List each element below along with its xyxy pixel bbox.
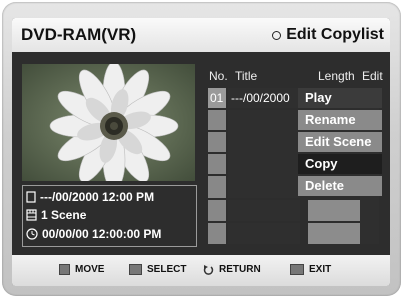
hint-exit-label: EXIT [309,264,332,275]
info-date: ---/00/2000 12:00 PM [40,190,155,204]
hint-return: RETURN [202,264,261,275]
flower-image [22,64,195,181]
menu-item-rename[interactable]: Rename [298,110,382,130]
hint-return-label: RETURN [219,264,261,275]
hint-move: MOVE [59,264,104,275]
hint-exit: EXIT [290,264,331,275]
page-icon [26,191,36,203]
enter-key-icon [129,264,142,275]
info-time: 00/00/00 12:00:00 PM [42,227,162,241]
header-edit: Edit [362,69,383,83]
film-icon [26,209,37,221]
menu-item-edit-scene[interactable]: Edit Scene [298,132,382,152]
row-no: 01 [210,91,224,105]
hint-select-label: SELECT [147,264,187,275]
info-scenes-row: 1 Scene [26,208,86,222]
hint-move-label: MOVE [75,264,105,275]
hint-select: SELECT [129,264,186,275]
header-length: Length [318,69,355,83]
menu-item-copy[interactable]: Copy [298,154,382,174]
radio-circle-icon [272,30,282,40]
title-info-box: ---/00/2000 12:00 PM 1 Scene 00/00/00 12… [22,185,197,247]
footer-bar: MOVE SELECT RETURN EXIT [12,255,390,286]
row-title: ---/00/2000 [231,91,290,105]
menu-key-icon [290,264,304,275]
menu-item-play[interactable]: Play [298,88,382,108]
return-key-icon [202,264,214,275]
info-time-row: 00/00/00 12:00:00 PM [26,227,161,241]
header-no: No. [209,69,228,83]
header-title: Title [235,69,258,83]
osd-screen: DVD-RAM(VR) Edit Copylist ---/00/2000 12… [12,18,390,286]
menu-item-delete[interactable]: Delete [298,176,382,196]
clock-icon [26,228,38,240]
info-date-row: ---/00/2000 12:00 PM [26,190,154,204]
preview-thumbnail [22,64,195,181]
info-scenes: 1 Scene [41,208,87,222]
disc-type-title: DVD-RAM(VR) [21,25,137,44]
menu-title-label: Edit Copylist [286,26,384,43]
title-bar: DVD-RAM(VR) Edit Copylist [12,18,390,52]
menu-title: Edit Copylist [272,26,384,44]
edit-popup-menu: Play Rename Edit Scene Copy Delete [298,88,382,198]
updown-key-icon [59,264,70,275]
